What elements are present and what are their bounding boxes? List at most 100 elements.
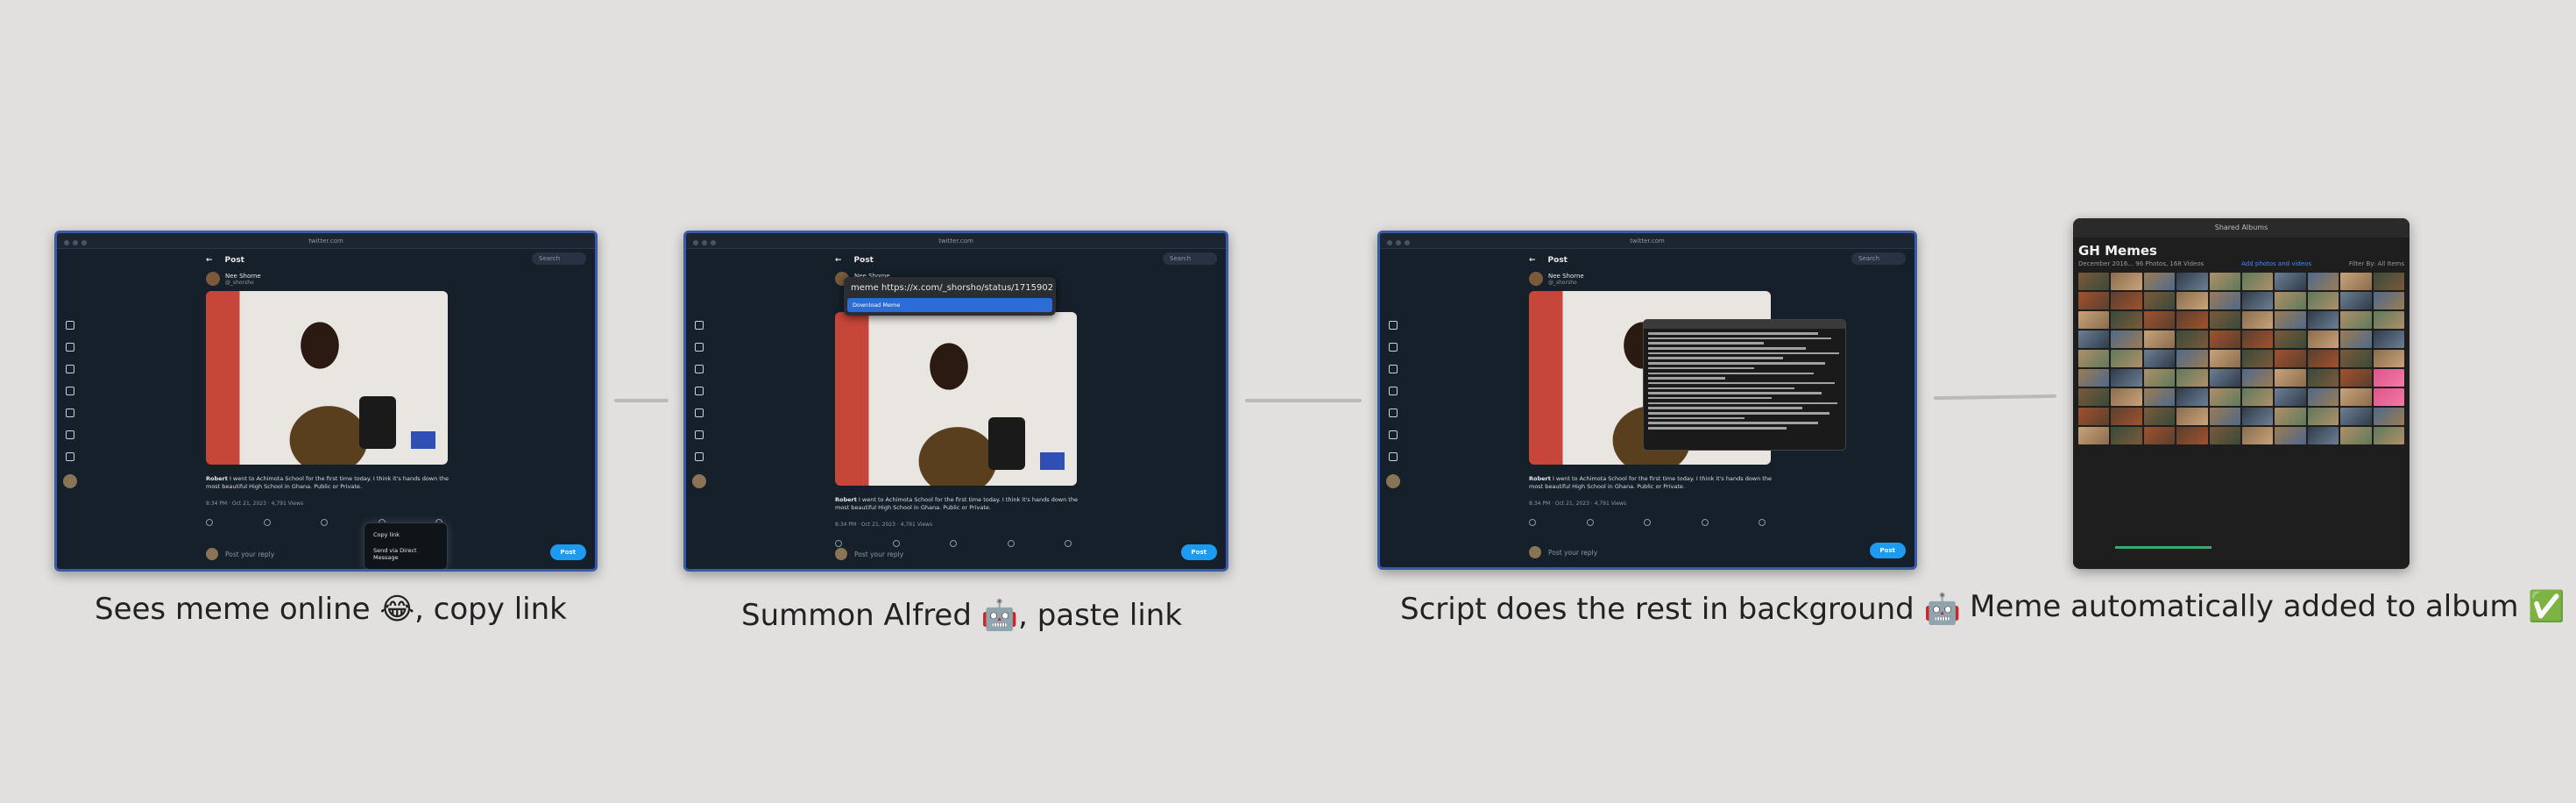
album-thumbnail xyxy=(2373,330,2404,348)
album-thumbnail xyxy=(2340,408,2372,425)
album-thumbnail xyxy=(2078,311,2110,329)
album-thumbnail xyxy=(2307,369,2339,387)
album-thumbnail xyxy=(2340,388,2372,406)
retweet-icon xyxy=(263,518,271,526)
album-thumbnail xyxy=(2275,350,2306,367)
window-titlebar: twitter.com xyxy=(1380,233,1914,249)
post-header: ← Post xyxy=(206,251,460,270)
reply-row: Post your reply xyxy=(206,548,595,560)
author-avatar xyxy=(206,272,220,286)
bell-icon xyxy=(66,343,74,352)
album-thumbnail xyxy=(2275,427,2306,444)
quoted-caption: Robert I went to Achimota School for the… xyxy=(206,475,460,492)
album-thumbnail xyxy=(2307,427,2339,444)
album-thumbnail xyxy=(2143,311,2176,329)
alfred-launcher: meme https://x.com/_shorsho/status/17159… xyxy=(844,277,1056,316)
album-thumbnail xyxy=(2176,408,2208,425)
album-thumbnail xyxy=(2111,330,2142,348)
bell-icon xyxy=(1389,343,1398,352)
caption-author: Robert xyxy=(206,475,228,482)
back-arrow-icon: ← xyxy=(835,256,842,265)
caption-author: Robert xyxy=(835,496,857,503)
album-thumbnail xyxy=(2176,311,2208,329)
more-icon xyxy=(66,452,74,461)
tweet-author: Nee Shorne@_shorsho xyxy=(1529,272,1783,286)
album-thumbnail xyxy=(2078,388,2110,406)
photo-grid xyxy=(2073,267,2410,450)
album-thumbnail xyxy=(2340,369,2372,387)
bookmark-icon xyxy=(1389,409,1398,417)
nav-rail xyxy=(63,321,77,488)
connector-3-4 xyxy=(1933,394,2057,401)
reply-row: Post your reply xyxy=(835,548,1226,560)
album-thumbnail xyxy=(2209,330,2240,348)
copy-link-item: Copy link xyxy=(373,531,400,538)
microphone xyxy=(988,417,1025,470)
album-thumbnail xyxy=(2143,273,2176,290)
album-thumbnail xyxy=(2373,350,2404,367)
album-thumbnail xyxy=(2373,408,2404,425)
post-column: ← Post Nee Shorne@_shorsho Robert I went … xyxy=(206,251,460,526)
album-thumbnail xyxy=(2143,330,2176,348)
home-icon xyxy=(695,321,704,330)
album-thumbnail xyxy=(2340,292,2372,309)
terminal-window xyxy=(1643,319,1846,451)
author-handle: @_shorsho xyxy=(225,279,254,286)
album-thumbnail xyxy=(2209,311,2240,329)
album-thumbnail xyxy=(2307,388,2339,406)
profile-icon xyxy=(695,430,704,439)
step1-label: Sees meme online 😂, copy link xyxy=(95,592,567,627)
album-thumbnail xyxy=(2111,427,2142,444)
album-thumbnail xyxy=(2275,292,2306,309)
step1-screenshot: twitter.com Search ← Post Nee Shorne @_sho… xyxy=(54,231,598,572)
filter-dropdown: Filter By: All Items xyxy=(2348,260,2404,267)
album-thumbnail xyxy=(2242,369,2274,387)
reply-icon xyxy=(1529,518,1536,526)
album-thumbnail xyxy=(2340,427,2372,444)
caption-author: Robert xyxy=(1529,475,1551,482)
post-header: ← Post xyxy=(835,251,1089,270)
album-thumbnail xyxy=(2111,311,2142,329)
connector-2-3 xyxy=(1245,399,1362,402)
album-thumbnail xyxy=(2307,292,2339,309)
album-thumbnail xyxy=(2307,350,2339,367)
reply-avatar xyxy=(206,548,218,560)
author-name: Nee Shorne xyxy=(225,272,261,280)
step3-screenshot: twitter.com Search ← Post Nee Shorne @_sho… xyxy=(1377,231,1917,570)
author-handle: @_shorsho xyxy=(1548,279,1577,286)
mail-icon xyxy=(66,365,74,373)
reply-icon xyxy=(835,539,842,547)
alfred-result: Download Meme xyxy=(847,298,1052,312)
terminal-output xyxy=(1644,329,1845,436)
album-thumbnail xyxy=(2143,350,2176,367)
share-icon xyxy=(1759,518,1766,526)
album-thumbnail xyxy=(2078,369,2110,387)
album-thumbnail xyxy=(2143,427,2176,444)
album-thumbnail xyxy=(2176,388,2208,406)
album-thumbnail xyxy=(2176,292,2208,309)
search-input: Search xyxy=(1851,252,1906,265)
share-icon xyxy=(1065,539,1072,547)
album-thumbnail xyxy=(2340,350,2372,367)
album-thumbnail xyxy=(2209,273,2240,290)
album-thumbnail xyxy=(2242,350,2274,367)
album-thumbnail xyxy=(2373,273,2404,290)
retweet-icon xyxy=(892,539,900,547)
album-thumbnail xyxy=(2307,408,2339,425)
avatar xyxy=(1386,474,1400,488)
album-thumbnail xyxy=(2143,408,2176,425)
meme-video xyxy=(835,312,1077,486)
profile-icon xyxy=(66,430,74,439)
address-bar: twitter.com xyxy=(1630,237,1665,245)
album-thumbnail xyxy=(2275,408,2306,425)
album-thumbnail xyxy=(2373,388,2404,406)
album-thumbnail xyxy=(2242,330,2274,348)
list-icon xyxy=(695,387,704,395)
address-bar: twitter.com xyxy=(308,237,343,245)
album-thumbnail xyxy=(2373,311,2404,329)
reply-placeholder: Post your reply xyxy=(1548,548,1598,557)
post-header: ← Post xyxy=(1529,251,1783,270)
more-icon xyxy=(1389,452,1398,461)
album-thumbnail xyxy=(2242,292,2274,309)
album-thumbnail xyxy=(2209,369,2240,387)
